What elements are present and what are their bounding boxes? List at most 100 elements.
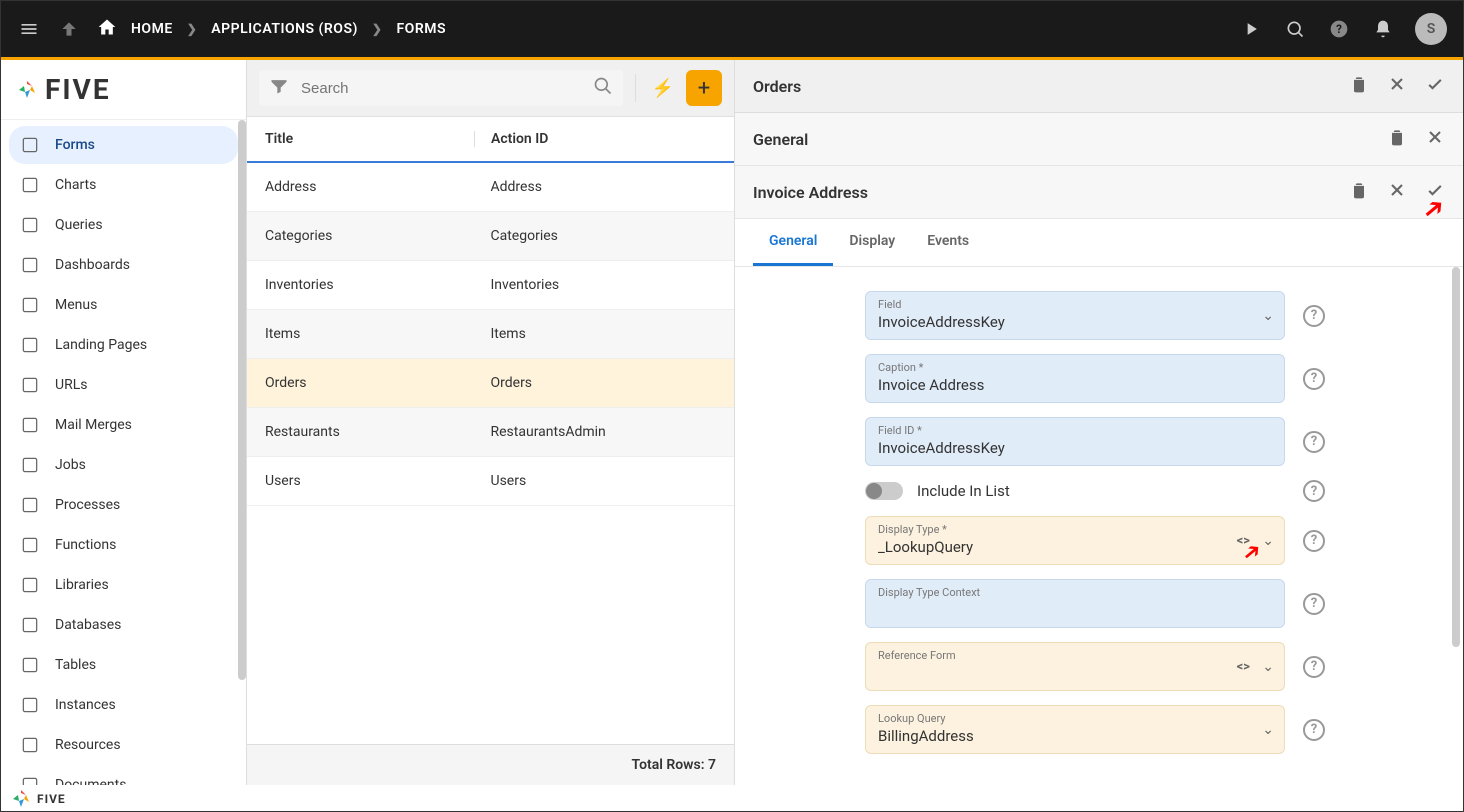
code-icon[interactable]: <>	[1237, 659, 1250, 674]
include-toggle[interactable]	[865, 482, 903, 500]
table-row[interactable]: UsersUsers	[247, 457, 734, 506]
breadcrumb-forms[interactable]: FORMS	[396, 21, 446, 37]
avatar[interactable]: S	[1415, 13, 1447, 45]
sidebar-item-documents[interactable]: Documents	[9, 766, 238, 785]
help-icon[interactable]: ?	[1303, 530, 1325, 552]
zoom-icon[interactable]	[1283, 17, 1307, 41]
bell-icon[interactable]	[1371, 17, 1395, 41]
field-value: InvoiceAddressKey	[878, 439, 1272, 457]
field-label: Reference Form	[878, 649, 1272, 662]
play-icon[interactable]	[1239, 17, 1263, 41]
field-label: Field ID *	[878, 424, 1272, 437]
sidebar-icon	[19, 214, 41, 236]
breadcrumb-home[interactable]: HOME	[131, 21, 173, 37]
help-icon[interactable]: ?	[1303, 431, 1325, 453]
sidebar-item-urls[interactable]: URLs	[9, 366, 238, 404]
check-icon[interactable]	[1425, 180, 1445, 204]
help-icon[interactable]: ?	[1327, 17, 1351, 41]
sidebar-item-forms[interactable]: Forms	[9, 126, 238, 164]
scrollbar[interactable]	[238, 120, 246, 680]
tab-events[interactable]: Events	[911, 219, 985, 266]
home-icon	[97, 17, 117, 41]
cell-action: Address	[491, 179, 717, 195]
sidebar-item-tables[interactable]: Tables	[9, 646, 238, 684]
sidebar-icon	[19, 574, 41, 596]
sidebar-item-landing-pages[interactable]: Landing Pages	[9, 326, 238, 364]
displaytype-dropdown[interactable]: Display Type * _LookupQuery <> ⌄	[865, 516, 1285, 565]
delete-icon[interactable]	[1387, 127, 1407, 151]
lookup-dropdown[interactable]: Lookup Query BillingAddress ⌄	[865, 705, 1285, 754]
help-icon[interactable]: ?	[1303, 305, 1325, 327]
cell-title: Categories	[265, 228, 491, 244]
sidebar-item-resources[interactable]: Resources	[9, 726, 238, 764]
sidebar: FIVE FormsChartsQueriesDashboardsMenusLa…	[1, 60, 247, 785]
sidebar-item-mail-merges[interactable]: Mail Merges	[9, 406, 238, 444]
sidebar-item-label: Menus	[55, 297, 97, 313]
col-action[interactable]: Action ID	[474, 131, 716, 147]
table-row[interactable]: ItemsItems	[247, 310, 734, 359]
close-icon[interactable]	[1387, 180, 1407, 204]
help-icon[interactable]: ?	[1303, 593, 1325, 615]
cell-action: RestaurantsAdmin	[491, 424, 717, 440]
close-icon[interactable]	[1425, 127, 1445, 151]
chevron-down-icon: ⌄	[1262, 722, 1274, 738]
table-row[interactable]: CategoriesCategories	[247, 212, 734, 261]
form-body: Field InvoiceAddressKey ⌄ ? Caption * In…	[735, 267, 1463, 785]
tab-general[interactable]: General	[753, 219, 833, 266]
context-input[interactable]: Display Type Context	[865, 579, 1285, 628]
table-row[interactable]: AddressAddress	[247, 163, 734, 212]
cell-title: Users	[265, 473, 491, 489]
code-icon[interactable]: <>	[1237, 533, 1250, 548]
list-panel: ⚡ + Title Action ID AddressAddressCatego…	[247, 60, 735, 785]
sidebar-icon	[19, 294, 41, 316]
field-dropdown[interactable]: Field InvoiceAddressKey ⌄	[865, 291, 1285, 340]
help-icon[interactable]: ?	[1303, 480, 1325, 502]
sidebar-item-charts[interactable]: Charts	[9, 166, 238, 204]
help-icon[interactable]: ?	[1303, 368, 1325, 390]
chevron-down-icon: ⌄	[1262, 308, 1274, 324]
search-icon[interactable]	[593, 76, 613, 100]
sidebar-item-label: Databases	[55, 617, 121, 633]
menu-icon[interactable]	[17, 17, 41, 41]
up-arrow-icon[interactable]	[57, 17, 81, 41]
sidebar-item-label: Mail Merges	[55, 417, 132, 433]
sidebar-item-databases[interactable]: Databases	[9, 606, 238, 644]
table-header: Title Action ID	[247, 117, 734, 163]
fieldid-input[interactable]: Field ID * InvoiceAddressKey	[865, 417, 1285, 466]
sidebar-item-menus[interactable]: Menus	[9, 286, 238, 324]
sidebar-icon	[19, 694, 41, 716]
caption-input[interactable]: Caption * Invoice Address	[865, 354, 1285, 403]
sidebar-item-instances[interactable]: Instances	[9, 686, 238, 724]
tabs: General Display Events	[735, 219, 1463, 267]
delete-icon[interactable]	[1349, 74, 1369, 98]
delete-icon[interactable]	[1349, 180, 1369, 204]
help-icon[interactable]: ?	[1303, 656, 1325, 678]
sidebar-item-label: Forms	[55, 137, 95, 153]
scrollbar[interactable]	[1452, 267, 1460, 647]
check-icon[interactable]	[1425, 74, 1445, 98]
filter-icon[interactable]	[269, 76, 289, 100]
close-icon[interactable]	[1387, 74, 1407, 98]
table-row[interactable]: RestaurantsRestaurantsAdmin	[247, 408, 734, 457]
sidebar-item-libraries[interactable]: Libraries	[9, 566, 238, 604]
sidebar-item-functions[interactable]: Functions	[9, 526, 238, 564]
sidebar-item-label: Documents	[55, 777, 126, 785]
sidebar-icon	[19, 774, 41, 785]
table-row[interactable]: InventoriesInventories	[247, 261, 734, 310]
sidebar-item-jobs[interactable]: Jobs	[9, 446, 238, 484]
chevron-right-icon: ❯	[187, 22, 198, 36]
search-input[interactable]	[301, 80, 585, 97]
refform-dropdown[interactable]: Reference Form <> ⌄	[865, 642, 1285, 691]
help-icon[interactable]: ?	[1303, 719, 1325, 741]
add-button[interactable]: +	[686, 70, 722, 106]
sidebar-item-dashboards[interactable]: Dashboards	[9, 246, 238, 284]
lightning-icon[interactable]: ⚡	[648, 78, 678, 99]
col-title[interactable]: Title	[265, 131, 490, 147]
cell-title: Inventories	[265, 277, 491, 293]
breadcrumb-apps[interactable]: APPLICATIONS (ROS)	[211, 21, 358, 37]
sidebar-item-label: Dashboards	[55, 257, 130, 273]
tab-display[interactable]: Display	[833, 219, 911, 266]
table-row[interactable]: OrdersOrders	[247, 359, 734, 408]
sidebar-item-queries[interactable]: Queries	[9, 206, 238, 244]
sidebar-item-processes[interactable]: Processes	[9, 486, 238, 524]
